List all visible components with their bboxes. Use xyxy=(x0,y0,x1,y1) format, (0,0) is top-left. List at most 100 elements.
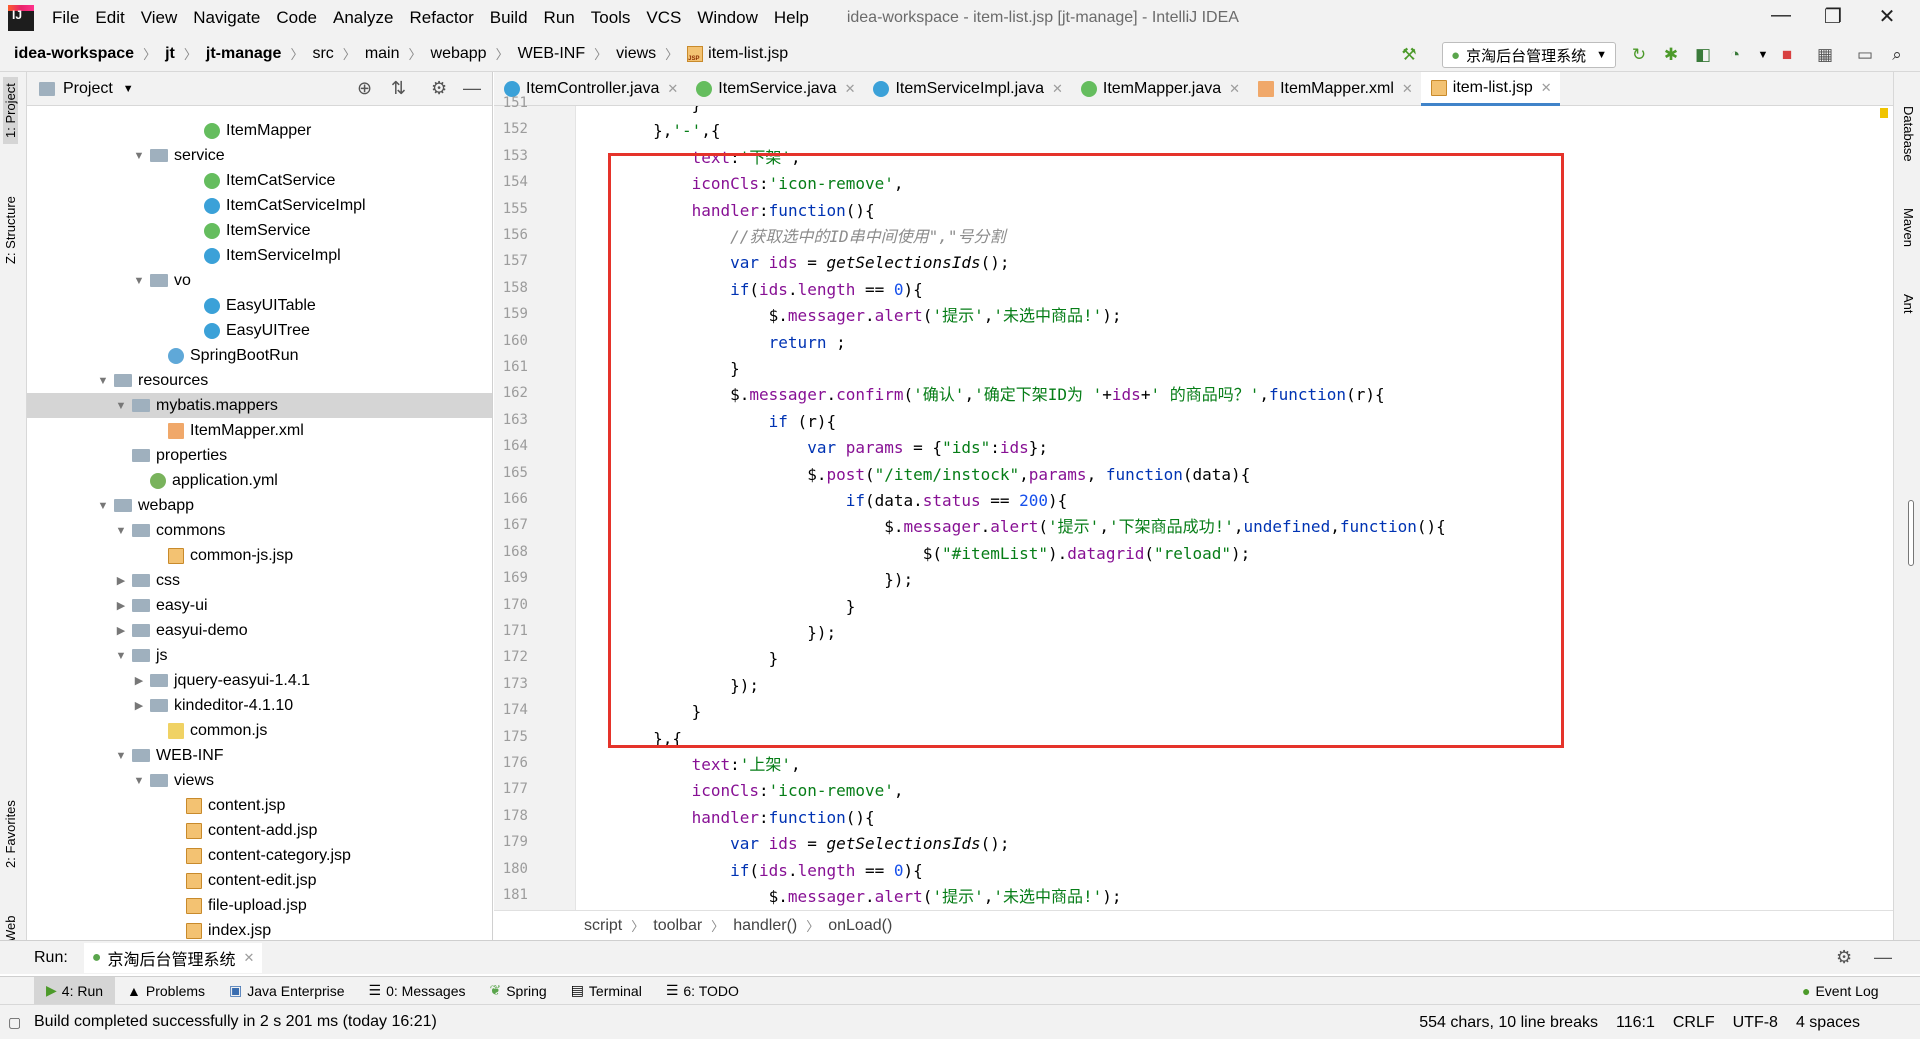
tree-item[interactable]: ▼ resources xyxy=(27,368,492,393)
tree-item[interactable]: ▶ jquery-easyui-1.4.1 xyxy=(27,668,492,693)
code-line[interactable]: var ids = getSelectionsIds(); xyxy=(576,831,1009,857)
code-line[interactable]: },'-',{ xyxy=(576,118,720,144)
menu-tools[interactable]: Tools xyxy=(591,8,631,28)
database-tool-tab[interactable]: Database xyxy=(1901,106,1916,162)
run-coverage-icon[interactable]: ◧ xyxy=(1692,44,1714,66)
tab-messages[interactable]: ☰ 0: Messages xyxy=(357,977,478,1005)
hide-panel-icon[interactable]: — xyxy=(1874,947,1892,968)
ant-tool-tab[interactable]: Ant xyxy=(1901,294,1916,314)
chevron-right-icon[interactable]: ▶ xyxy=(132,674,146,687)
tree-item[interactable]: ▼ WEB-INF xyxy=(27,743,492,768)
status-panel-icon[interactable]: ▢ xyxy=(8,1014,21,1031)
close-icon[interactable]: ✕ xyxy=(1052,81,1063,97)
chevron-down-icon[interactable]: ▼ xyxy=(1752,44,1774,66)
breadcrumb-workspace[interactable]: idea-workspace xyxy=(14,45,134,63)
chevron-down-icon[interactable]: ▼ xyxy=(114,400,128,412)
project-panel-title[interactable]: Project xyxy=(63,80,113,98)
tree-item[interactable]: ▼ webapp xyxy=(27,493,492,518)
run-configuration-select[interactable]: ● 京淘后台管理系统 ▼ xyxy=(1442,42,1616,68)
chevron-down-icon[interactable]: ▼ xyxy=(132,150,146,162)
tree-item[interactable]: ▶ easy-ui xyxy=(27,593,492,618)
tree-item[interactable]: content.jsp xyxy=(27,793,492,818)
project-structure-icon[interactable]: ▦ xyxy=(1814,44,1836,66)
menu-analyze[interactable]: Analyze xyxy=(333,8,393,28)
tree-item[interactable]: content-category.jsp xyxy=(27,843,492,868)
tree-item[interactable]: ItemService xyxy=(27,218,492,243)
menu-view[interactable]: View xyxy=(141,8,178,28)
menu-help[interactable]: Help xyxy=(774,8,809,28)
maximize-icon[interactable]: ❐ xyxy=(1808,4,1858,32)
tree-item[interactable]: ▼ views xyxy=(27,768,492,793)
breadcrumb-web-inf[interactable]: WEB-INF xyxy=(518,45,586,63)
tree-item[interactable]: ItemCatServiceImpl xyxy=(27,193,492,218)
tab-item-mapper-xml[interactable]: ItemMapper.xml ✕ xyxy=(1248,72,1421,106)
hide-panel-icon[interactable]: — xyxy=(463,78,481,99)
tree-item[interactable]: ItemCatService xyxy=(27,168,492,193)
tree-item[interactable]: application.yml xyxy=(27,468,492,493)
layout-icon[interactable]: ▭ xyxy=(1854,44,1876,66)
close-icon[interactable]: ✕ xyxy=(1541,80,1552,96)
breadcrumb-jt-manage[interactable]: jt-manage xyxy=(206,45,282,63)
breadcrumb-main[interactable]: main xyxy=(365,45,400,63)
chevron-right-icon[interactable]: ▶ xyxy=(132,699,146,712)
status-encoding[interactable]: UTF-8 xyxy=(1733,1014,1778,1032)
tab-terminal[interactable]: ▤ Terminal xyxy=(559,977,654,1005)
code-crumb-script[interactable]: script xyxy=(584,917,622,935)
chevron-down-icon[interactable]: ▼ xyxy=(114,525,128,537)
code-line[interactable]: $.messager.alert('提示','未选中商品!'); xyxy=(576,884,1122,910)
status-caret-position[interactable]: 116:1 xyxy=(1616,1014,1655,1032)
breadcrumb-src[interactable]: src xyxy=(312,45,333,63)
breadcrumb-views[interactable]: views xyxy=(616,45,656,63)
tree-item[interactable]: ItemServiceImpl xyxy=(27,243,492,268)
minimize-icon[interactable]: — xyxy=(1756,4,1806,32)
status-message[interactable]: Build completed successfully in 2 s 201 … xyxy=(34,1013,437,1031)
chevron-down-icon[interactable]: ▼ xyxy=(132,275,146,287)
tree-item[interactable]: properties xyxy=(27,443,492,468)
chevron-down-icon[interactable]: ▼ xyxy=(132,775,146,787)
project-tool-tab[interactable]: 1: Project xyxy=(3,77,18,144)
menu-run[interactable]: Run xyxy=(544,8,575,28)
close-icon[interactable]: ✕ xyxy=(1229,81,1240,97)
chevron-down-icon[interactable]: ▼ xyxy=(96,500,110,512)
menu-navigate[interactable]: Navigate xyxy=(193,8,260,28)
search-icon[interactable]: ⌕ xyxy=(1886,44,1908,66)
code-line[interactable]: if(ids.length == 0){ xyxy=(576,858,923,884)
tree-item[interactable]: SpringBootRun xyxy=(27,343,492,368)
close-icon[interactable]: ✕ xyxy=(1862,4,1912,32)
tree-item[interactable]: ▼ js xyxy=(27,643,492,668)
tree-item[interactable]: common-js.jsp xyxy=(27,543,492,568)
tree-item[interactable]: ▶ easyui-demo xyxy=(27,618,492,643)
code-crumb-onload[interactable]: onLoad() xyxy=(828,917,892,935)
tree-item[interactable]: common.js xyxy=(27,718,492,743)
chevron-down-icon[interactable]: ▼ xyxy=(114,750,128,762)
tree-item[interactable]: EasyUITree xyxy=(27,318,492,343)
editor-scrollbar-thumb[interactable] xyxy=(1908,500,1914,566)
gear-icon[interactable]: ⚙ xyxy=(1836,947,1852,968)
gear-icon[interactable]: ⚙ xyxy=(431,78,447,99)
profile-icon[interactable]: ◔ xyxy=(1724,44,1746,66)
favorites-tool-tab[interactable]: 2: Favorites xyxy=(3,800,18,868)
tree-item[interactable]: ▶ kindeditor-4.1.10 xyxy=(27,693,492,718)
tree-item[interactable]: ▼ service xyxy=(27,143,492,168)
rerun-icon[interactable]: ↻ xyxy=(1628,44,1650,66)
tab-item-mapper-java[interactable]: ItemMapper.java ✕ xyxy=(1071,72,1248,106)
code-line[interactable]: } xyxy=(576,106,702,118)
breadcrumb-file[interactable]: item-list.jsp xyxy=(687,45,788,63)
menu-file[interactable]: File xyxy=(52,8,79,28)
event-log-tab[interactable]: ● Event Log xyxy=(1790,977,1891,1005)
menu-code[interactable]: Code xyxy=(276,8,317,28)
status-indent[interactable]: 4 spaces xyxy=(1796,1014,1860,1032)
menu-edit[interactable]: Edit xyxy=(95,8,124,28)
chevron-down-icon[interactable]: ▼ xyxy=(96,375,110,387)
chevron-right-icon[interactable]: ▶ xyxy=(114,574,128,587)
menu-refactor[interactable]: Refactor xyxy=(409,8,473,28)
build-hammer-icon[interactable]: ⚒ xyxy=(1398,44,1420,66)
code-line[interactable]: text:'上架', xyxy=(576,752,801,778)
tab-todo[interactable]: ☰ 6: TODO xyxy=(654,977,751,1005)
inspection-warning-icon[interactable] xyxy=(1880,108,1888,118)
web-tool-tab[interactable]: Web xyxy=(3,916,18,943)
chevron-right-icon[interactable]: ▶ xyxy=(114,624,128,637)
chevron-down-icon[interactable]: ▼ xyxy=(123,83,134,95)
maven-tool-tab[interactable]: Maven xyxy=(1901,208,1916,247)
chevron-down-icon[interactable]: ▼ xyxy=(114,650,128,662)
